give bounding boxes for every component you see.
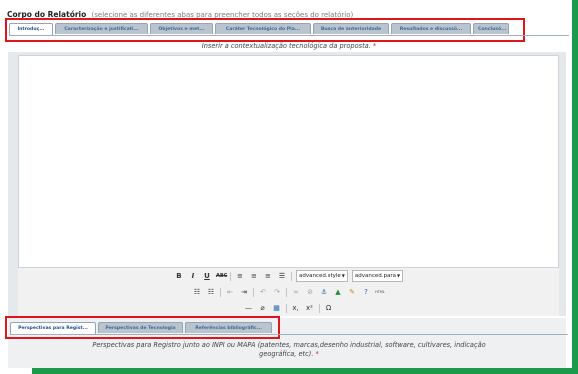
editor-instruction-text: Inserir a contextualização tecnológica d… (201, 42, 371, 50)
link-icon[interactable]: ∞ (291, 287, 301, 297)
tab-conclusoes[interactable]: Conclusõ... (473, 23, 509, 34)
bottom-green-border (32, 368, 578, 374)
help-icon[interactable]: ? (361, 287, 371, 297)
toolbar-separator (285, 303, 287, 313)
right-green-border (572, 0, 578, 374)
editor-toolbar: B I U ABC ≡ ≡ ≡ ☰ advanced.style▼ advanc… (18, 268, 559, 316)
image-icon[interactable]: ▲ (333, 287, 343, 297)
paragraph-select[interactable]: advanced.para▼ (351, 270, 404, 282)
outdent-icon[interactable]: ⇤ (225, 287, 235, 297)
paragraph-select-chevron-down-icon: ▼ (396, 273, 401, 278)
bottom-instruction-line-1: Perspectivas para Registro junto ao INPI… (0, 341, 578, 349)
tab-objetivos[interactable]: Objetivos e met... (150, 23, 213, 34)
cleanup-icon[interactable]: ✎ (347, 287, 357, 297)
numbered-list-icon[interactable]: ☷ (206, 287, 216, 297)
undo-icon[interactable]: ↶ (258, 287, 268, 297)
html-source-button[interactable]: HTML (375, 287, 385, 297)
toolbar-separator (286, 287, 287, 297)
align-justify-icon[interactable]: ☰ (277, 271, 287, 281)
toolbar-row-1: B I U ABC ≡ ≡ ≡ ☰ advanced.style▼ advanc… (18, 270, 559, 282)
toolbar-separator (290, 271, 292, 281)
italic-button[interactable]: I (188, 271, 198, 281)
unlink-icon[interactable]: ⊘ (305, 287, 315, 297)
bottom-instruction-text-1: Perspectivas para Registro junto ao INPI… (92, 341, 486, 349)
paragraph-select-value: advanced.para (354, 273, 396, 279)
tab-caracterizacao[interactable]: Caracterização e justificati... (55, 23, 148, 34)
indent-icon[interactable]: ⇥ (239, 287, 249, 297)
top-tab-underline (9, 35, 569, 36)
align-left-icon[interactable]: ≡ (235, 271, 245, 281)
toolbar-separator (229, 271, 231, 281)
tab-perspectivas-registro[interactable]: Perspectivas para Regist... (10, 322, 96, 334)
tab-referencias-bibliograficas[interactable]: Referências bibliográfic... (185, 322, 272, 333)
toolbar-separator (318, 303, 320, 313)
tab-busca-anterioridade[interactable]: Busca de anterioridade (313, 23, 389, 34)
special-character-icon[interactable]: Ω (324, 303, 334, 313)
bottom-instruction-line-2: geográfica, etc). * (0, 350, 578, 358)
underline-button[interactable]: U (202, 271, 212, 281)
subscript-icon[interactable]: x, (291, 303, 301, 313)
tab-introducao[interactable]: Introduç... (9, 23, 53, 35)
visual-aid-icon[interactable]: ▦ (272, 303, 282, 313)
required-marker: * (372, 42, 377, 50)
style-select[interactable]: advanced.style▼ (295, 270, 348, 282)
redo-icon[interactable]: ↷ (272, 287, 282, 297)
align-center-icon[interactable]: ≡ (249, 271, 259, 281)
anchor-icon[interactable]: ⚓ (319, 287, 329, 297)
style-select-chevron-down-icon: ▼ (341, 273, 345, 278)
bottom-instruction-text-2: geográfica, etc). (259, 350, 314, 358)
toolbar-row-2: ☷ ☷ ⇤ ⇥ ↶ ↷ ∞ ⊘ ⚓ ▲ ✎ ? HTML (18, 286, 559, 298)
bold-button[interactable]: B (174, 271, 184, 281)
style-select-value: advanced.style (298, 273, 341, 279)
bullet-list-icon[interactable]: ☷ (192, 287, 202, 297)
toolbar-separator (220, 287, 221, 297)
align-right-icon[interactable]: ≡ (263, 271, 273, 281)
bottom-required-marker: * (315, 350, 319, 358)
superscript-icon[interactable]: x² (305, 303, 315, 313)
toolbar-separator (253, 287, 254, 297)
strikethrough-button[interactable]: ABC (216, 271, 227, 281)
remove-format-icon[interactable]: ⌀ (258, 303, 268, 313)
bottom-tab-underline (10, 334, 568, 335)
tab-resultados[interactable]: Resultados e discussõ... (391, 23, 471, 34)
toolbar-row-3: — ⌀ ▦ x, x² Ω (18, 302, 559, 314)
rich-text-editor-area[interactable] (18, 55, 559, 268)
editor-instruction: Inserir a contextualização tecnológica d… (0, 42, 578, 50)
top-tab-bar: Introduç... Caracterização e justificati… (9, 23, 509, 35)
tab-perspectivas-tecnologia[interactable]: Perspectivas de Tecnologia (98, 322, 183, 333)
bottom-tab-bar: Perspectivas para Regist... Perspectivas… (10, 322, 272, 334)
tab-carater-tecnologico[interactable]: Caráter Tecnológico do Pla... (215, 23, 311, 34)
horizontal-rule-icon[interactable]: — (244, 303, 254, 313)
